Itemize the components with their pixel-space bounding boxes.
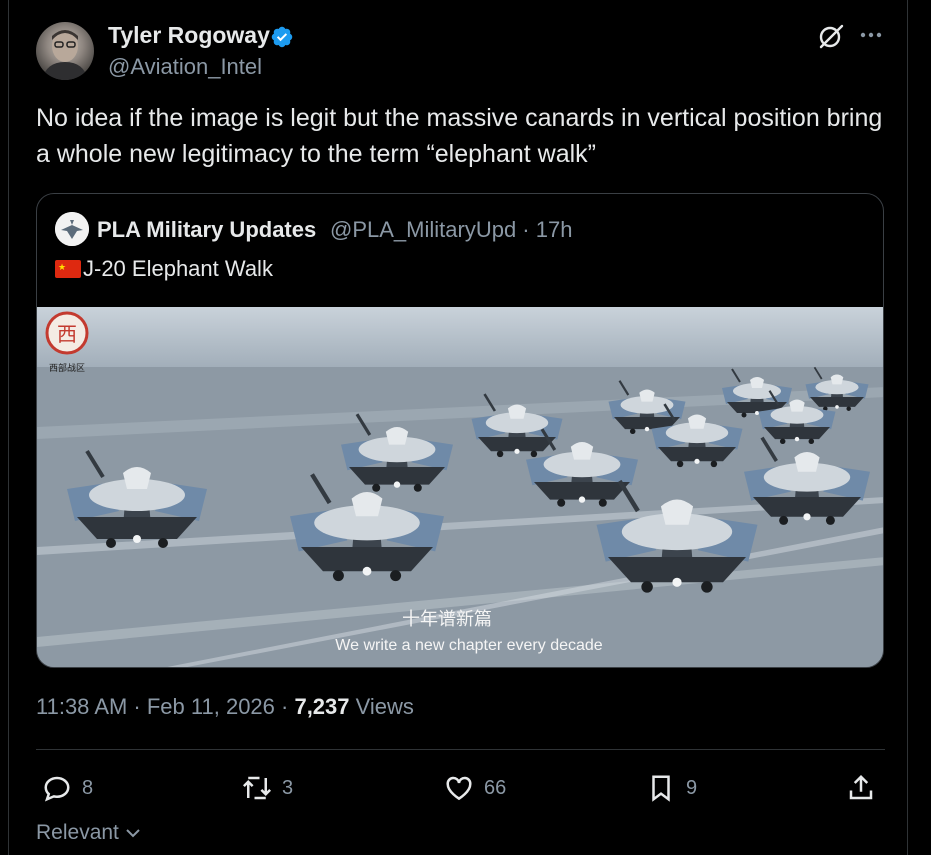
reply-count: 8	[82, 776, 94, 799]
sort-replies-dropdown[interactable]: Relevant	[36, 821, 141, 845]
bookmark-icon	[652, 775, 670, 802]
watermark-text: 西部战区	[49, 362, 85, 374]
repost-count: 3	[282, 776, 294, 799]
verified-badge-icon	[271, 26, 293, 48]
share-button[interactable]	[846, 771, 876, 805]
china-flag-icon: ★	[55, 260, 81, 278]
bookmark-count: 9	[686, 776, 698, 799]
tweet-meta: 11:38 AM · Feb 11, 2026 · 7,237 Views	[36, 694, 414, 720]
chevron-down-icon	[126, 829, 140, 838]
repost-icon	[242, 776, 272, 800]
quoted-text-label: J-20 Elephant Walk	[83, 256, 273, 281]
share-icon	[849, 774, 873, 800]
quoted-avatar[interactable]	[55, 212, 89, 246]
caption-chinese: 十年谱新篇	[402, 609, 492, 630]
caption-english: We write a new chapter every decade	[335, 637, 603, 654]
repost-button[interactable]: 3	[242, 771, 293, 805]
quoted-tweet[interactable]: PLA Military Updates @PLA_MilitaryUpd · …	[36, 193, 884, 668]
quoted-handle-time[interactable]: @PLA_MilitaryUpd · 17h	[330, 217, 572, 243]
grok-icon[interactable]	[817, 22, 845, 50]
views-label: Views	[349, 694, 414, 719]
reply-icon	[44, 776, 70, 802]
like-icon	[446, 776, 472, 801]
author-handle[interactable]: @Aviation_Intel	[108, 54, 262, 80]
svg-text:西: 西	[57, 322, 77, 346]
divider	[36, 749, 885, 750]
author-avatar[interactable]	[36, 22, 94, 80]
sort-label: Relevant	[36, 821, 119, 844]
quoted-text: ★ J-20 Elephant Walk	[55, 256, 273, 282]
author-name[interactable]: Tyler Rogoway	[108, 22, 270, 49]
more-icon[interactable]	[858, 22, 884, 48]
like-button[interactable]: 66	[444, 771, 506, 805]
timestamp[interactable]: 11:38 AM · Feb 11, 2026 ·	[36, 694, 294, 719]
quoted-author-name[interactable]: PLA Military Updates	[97, 217, 316, 243]
reply-button[interactable]: 8	[42, 771, 93, 805]
views-count: 7,237	[294, 694, 350, 719]
bookmark-button[interactable]: 9	[646, 771, 697, 805]
tweet-text: No idea if the image is legit but the ma…	[36, 104, 883, 168]
like-count: 66	[484, 776, 507, 799]
quoted-media-image[interactable]: 西 西部战区 十年谱新篇 We write a new chapter ever…	[37, 307, 883, 667]
